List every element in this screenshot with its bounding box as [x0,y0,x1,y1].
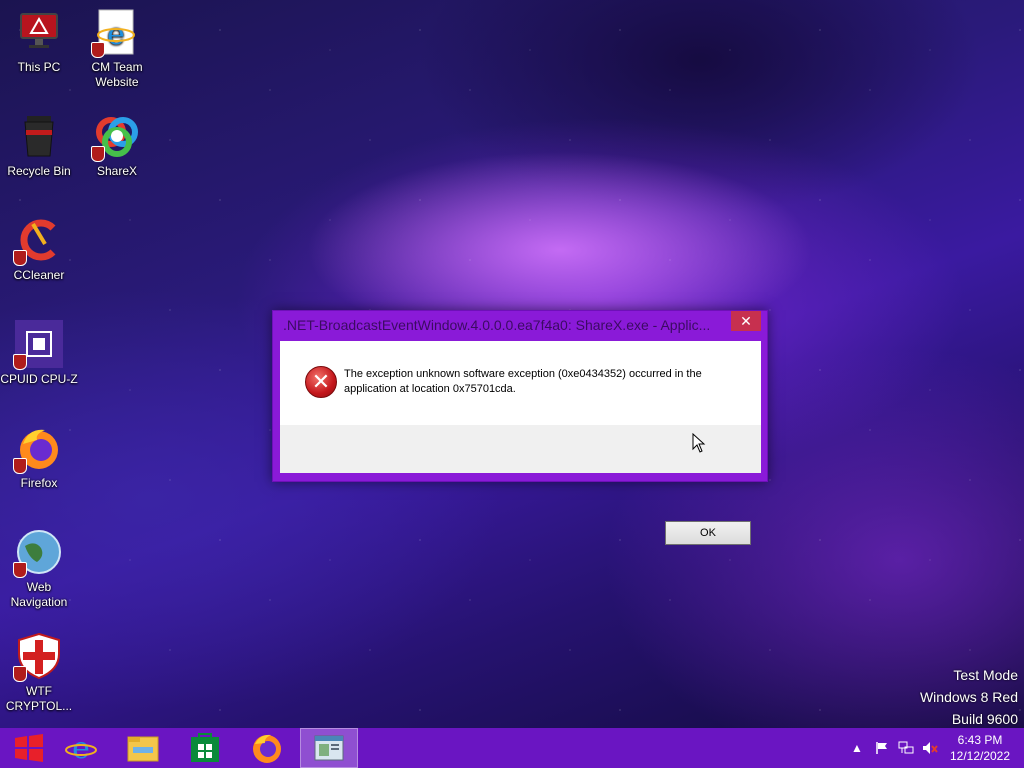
mouse-cursor-icon [692,433,706,453]
watermark-line: Test Mode [953,667,1018,683]
uac-shield-icon [91,146,105,162]
taskbar-store[interactable] [176,728,234,768]
taskbar-file-explorer[interactable] [114,728,172,768]
taskbar-active-window[interactable] [300,728,358,768]
desktop-icon-label: WTF CRYPTOL... [5,684,73,713]
uac-shield-icon [91,42,105,58]
dialog-footer: OK [280,425,761,545]
windows-logo-icon [15,734,43,762]
show-hidden-icons-button[interactable]: ▲ [850,728,864,768]
folder-icon [127,736,159,762]
desktop-icon-label: Recycle Bin [7,164,71,178]
network-button[interactable] [896,728,916,768]
firefox-icon [13,424,63,474]
error-icon: ✕ [305,366,337,398]
desktop-icon-label: CM Team Website [91,60,143,89]
speaker-muted-icon [923,742,938,754]
application-window-icon [314,735,344,761]
desktop-icon-web-navigation[interactable]: Web Navigation [0,528,78,610]
desktop-icon-label: ShareX [96,164,138,178]
dialog-body: ✕ The exception unknown software excepti… [280,341,761,545]
desktop-icon-label: Web Navigation [10,580,68,609]
uac-shield-icon [13,666,27,682]
taskbar-internet-explorer[interactable]: e [52,728,110,768]
watermark-line: Build 9600 [951,711,1018,727]
firefox-icon [253,734,281,763]
uac-shield-icon [13,458,27,474]
cpu-z-icon [13,320,63,370]
flag-icon [876,742,887,754]
dialog-message-area: ✕ The exception unknown software excepti… [280,341,761,425]
dialog-message: The exception unknown software exception… [344,368,702,395]
internet-explorer-icon: e [65,732,97,764]
desktop-icon-cpu-z[interactable]: CPUID CPU-Z [0,320,78,387]
taskbar-firefox[interactable] [238,728,296,768]
this-pc-icon [15,8,63,56]
svg-text:e: e [107,17,125,52]
desktop-icon-recycle-bin[interactable]: Recycle Bin [0,112,78,179]
desktop-icon-ccleaner[interactable]: CCleaner [0,216,78,283]
desktop-icon-label: CCleaner [13,268,65,282]
uac-shield-icon [13,562,27,578]
desktop-icon-label: Firefox [20,476,58,490]
uac-shield-icon [13,250,27,266]
ccleaner-icon [13,216,63,266]
desktop-icon-firefox[interactable]: Firefox [0,424,78,491]
recycle-bin-icon [15,112,63,160]
volume-button[interactable] [920,728,940,768]
uac-shield-icon [13,354,27,370]
globe-icon [13,528,63,578]
clock[interactable]: 6:43 PM 12/12/2022 [944,732,1016,764]
desktop-icon-label: CPUID CPU-Z [0,372,78,386]
close-button[interactable]: ✕ [731,311,761,331]
error-dialog[interactable]: .NET-BroadcastEventWindow.4.0.0.0.ea7f4a… [272,310,768,545]
network-icon [898,741,914,754]
test-mode-watermark: Test Mode Windows 8 Red Build 9600 [920,664,1018,730]
shield-icon [13,632,63,682]
ok-button[interactable]: OK [665,521,751,545]
desktop-icon-cm-team-website[interactable]: e CM Team Website [78,8,156,90]
desktop-icon-wtf-cryptolocker[interactable]: WTF CRYPTOL... [0,632,78,714]
desktop-icon-sharex[interactable]: ShareX [78,112,156,179]
desktop-icon-this-pc[interactable]: This PC [0,8,78,75]
chevron-up-icon: ▲ [851,741,863,755]
internet-explorer-icon: e [91,8,141,58]
store-icon [191,733,219,762]
action-center-button[interactable] [872,728,892,768]
clock-time: 6:43 PM [957,733,1003,747]
desktop-icon-label: This PC [17,60,61,74]
taskbar: e ▲ 6:43 PM 12/12/2022 [0,728,1024,768]
dialog-title: .NET-BroadcastEventWindow.4.0.0.0.ea7f4a… [283,317,711,333]
watermark-line: Windows 8 Red [919,689,1018,705]
svg-text:e: e [72,732,90,764]
clock-date: 12/12/2022 [949,749,1011,763]
sharex-icon [91,112,141,162]
start-button[interactable] [0,728,58,768]
